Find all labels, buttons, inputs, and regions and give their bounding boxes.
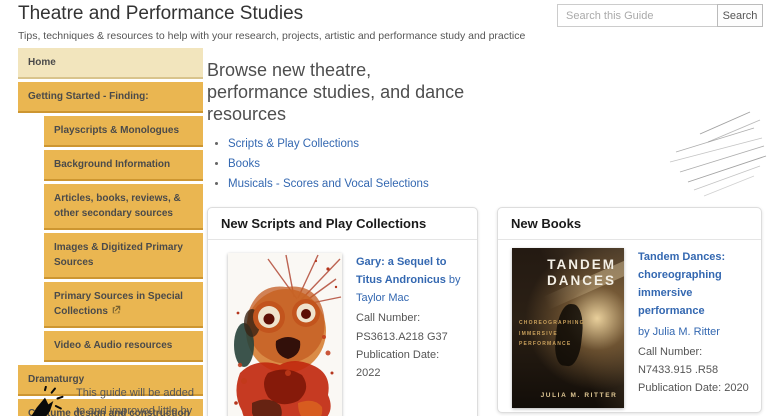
- sidebar-nav: Home Getting Started - Finding: Playscri…: [18, 48, 203, 416]
- sidebar-item-images-digitized-primary-sources[interactable]: Images & Digitized Primary Sources: [44, 233, 203, 279]
- book-title-link[interactable]: Tandem Dances: choreographing immersive …: [638, 251, 725, 317]
- book-title-link[interactable]: Gary: a Sequel to Titus Andronicus: [356, 256, 446, 286]
- sidebar-item-getting-started[interactable]: Getting Started - Finding:: [18, 82, 203, 113]
- sidebar-item-articles-secondary-sources[interactable]: Articles, books, reviews, & other second…: [44, 184, 203, 230]
- book-publication-date: Publication Date: 2022: [356, 346, 464, 382]
- book-publication-date: Publication Date: 2020: [638, 379, 751, 397]
- link-musicals-scores[interactable]: Musicals - Scores and Vocal Selections: [228, 178, 429, 190]
- sidebar-item-video-audio[interactable]: Video & Audio resources: [44, 331, 203, 362]
- resource-links: Scripts & Play Collections Books Musical…: [228, 138, 429, 198]
- sidebar-item-primary-sources-special-collections[interactable]: Primary Sources in Special Collections: [44, 282, 203, 328]
- cover-author: JULIA M. RITTER: [512, 392, 624, 399]
- library-guide-page: Theatre and Performance Studies Tips, te…: [0, 0, 768, 416]
- book-author-link[interactable]: by Julia M. Ritter: [638, 326, 720, 338]
- diagonal-lines-decoration: [650, 100, 768, 205]
- book-title-line: Tandem Dances: choreographing immersive …: [638, 248, 751, 321]
- book-details: Tandem Dances: choreographing immersive …: [638, 248, 751, 408]
- new-scripts-box: New Scripts and Play Collections: [207, 207, 478, 416]
- main-heading: Browse new theatre, performance studies,…: [207, 60, 527, 126]
- book-entry: TANDEM DANCES CHOREOGRAPHING IMMERSIVE P…: [498, 240, 761, 408]
- list-item: Scripts & Play Collections: [228, 138, 429, 150]
- book-details: Gary: a Sequel to Titus Andronicus by Ta…: [356, 253, 464, 416]
- link-scripts-play-collections[interactable]: Scripts & Play Collections: [228, 138, 359, 150]
- cover-subtitle: CHOREOGRAPHING IMMERSIVE PERFORMANCE: [519, 318, 585, 350]
- sidebar-item-playscripts-monologues[interactable]: Playscripts & Monologues: [44, 116, 203, 147]
- sidebar-item-label: Background Information: [54, 159, 170, 170]
- book-call-number: Call Number: PS3613.A218 G37: [356, 309, 464, 345]
- book-entry: Gary: a Sequel to Titus Andronicus by Ta…: [208, 240, 477, 416]
- sidebar-item-label: Images & Digitized Primary Sources: [54, 242, 183, 268]
- box-title: New Scripts and Play Collections: [208, 208, 477, 240]
- sidebar-item-label: Articles, books, reviews, & other second…: [54, 193, 181, 219]
- search-button[interactable]: Search: [717, 4, 763, 27]
- cover-title: TANDEM DANCES: [547, 257, 616, 289]
- page-title: Theatre and Performance Studies: [18, 3, 303, 25]
- list-item: Musicals - Scores and Vocal Selections: [228, 178, 429, 190]
- sidebar-item-home[interactable]: Home: [18, 48, 203, 79]
- book-cover-tandem-dances[interactable]: TANDEM DANCES CHOREOGRAPHING IMMERSIVE P…: [512, 248, 624, 408]
- book-title-line: Gary: a Sequel to Titus Andronicus by Ta…: [356, 253, 464, 307]
- page-subtitle: Tips, techniques & resources to help wit…: [18, 30, 525, 42]
- link-books[interactable]: Books: [228, 158, 260, 170]
- list-item: Books: [228, 158, 429, 170]
- book-author-line: by Julia M. Ritter: [638, 323, 751, 341]
- book-cover-gary[interactable]: [228, 253, 342, 416]
- sidebar-item-label: Home: [28, 57, 56, 68]
- guide-note-text: This guide will be added to and improved…: [76, 385, 206, 416]
- ink-splat-icon: [20, 386, 70, 416]
- guide-search: Search: [557, 4, 763, 27]
- book-call-number: Call Number: N7433.915 .R58: [638, 343, 751, 379]
- box-title: New Books: [498, 208, 761, 240]
- external-link-icon: [112, 304, 121, 319]
- sidebar-item-background-information[interactable]: Background Information: [44, 150, 203, 181]
- sidebar-item-label: Getting Started - Finding:: [28, 91, 149, 102]
- sidebar-item-label: Playscripts & Monologues: [54, 125, 179, 136]
- new-books-box: New Books TANDEM DANCES CHOREOGRAPHING I…: [497, 207, 762, 413]
- sidebar-item-label: Dramaturgy: [28, 374, 84, 385]
- search-input[interactable]: [557, 4, 717, 27]
- sidebar-item-label: Video & Audio resources: [54, 340, 172, 351]
